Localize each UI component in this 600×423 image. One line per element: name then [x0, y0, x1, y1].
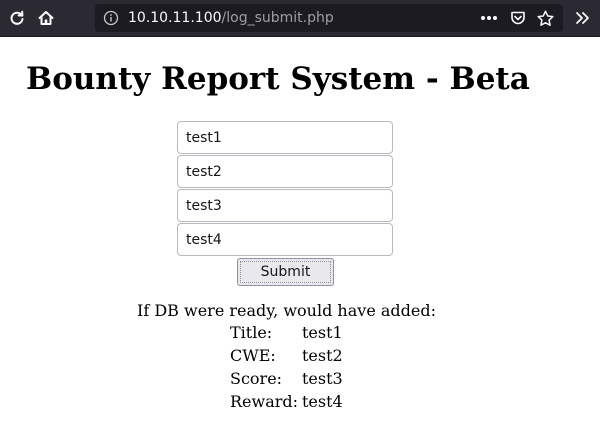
browser-toolbar: 10.10.11.100/log_submit.php [0, 0, 600, 37]
result-intro: If DB were ready, would have added: [137, 301, 436, 320]
url-path: /log_submit.php [221, 10, 334, 26]
title-field[interactable] [177, 121, 393, 154]
result-label: CWE: [230, 346, 276, 365]
url-host: 10.10.11.100 [128, 10, 222, 26]
result-value: test4 [302, 392, 343, 411]
url-text[interactable]: 10.10.11.100/log_submit.php [128, 9, 334, 27]
page-title: Bounty Report System - Beta [26, 61, 530, 97]
result-label: Score: [230, 369, 283, 388]
pocket-icon[interactable] [510, 4, 526, 32]
bookmark-star-icon[interactable] [537, 4, 554, 32]
reload-icon[interactable] [4, 5, 30, 31]
cwe-field[interactable] [177, 155, 393, 188]
score-field[interactable] [177, 189, 393, 222]
result-value: test1 [302, 323, 343, 342]
submit-button[interactable]: Submit [237, 258, 334, 286]
page-actions-icon[interactable] [480, 4, 498, 32]
result-label: Reward: [230, 392, 299, 411]
address-bar[interactable]: 10.10.11.100/log_submit.php [95, 4, 563, 32]
overflow-chevron-icon[interactable] [570, 5, 596, 31]
site-info-icon[interactable] [103, 10, 119, 26]
submit-button-label: Submit [240, 261, 331, 283]
result-value: test3 [302, 369, 343, 388]
result-label: Title: [230, 323, 273, 342]
home-icon[interactable] [33, 5, 59, 31]
reward-field[interactable] [177, 223, 393, 256]
result-value: test2 [302, 346, 343, 365]
